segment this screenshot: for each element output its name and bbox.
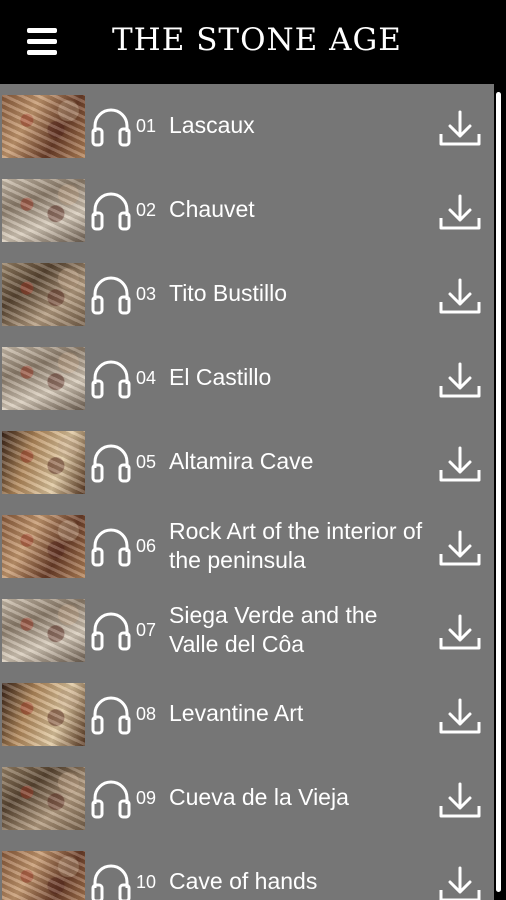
track-row-01[interactable]: 01 Lascaux <box>0 84 494 168</box>
top-bar: THE STONE AGE <box>0 0 506 84</box>
headphones-icon[interactable] <box>91 190 131 232</box>
headphones-icon[interactable] <box>91 358 131 400</box>
cave-thumbnail <box>2 431 85 494</box>
track-title: Cueva de la Vieja <box>169 784 349 810</box>
cave-thumbnail <box>2 347 85 410</box>
cave-thumbnail <box>2 179 85 242</box>
track-row-07[interactable]: 07 Siega Verde and the Valle del Côa <box>0 588 494 672</box>
track-row-09[interactable]: 09 Cueva de la Vieja <box>0 756 494 840</box>
track-number: 10 <box>136 872 157 892</box>
app-screen: THE STONE AGE 01 Lascaux 02 Chauvet 03 T… <box>0 0 506 900</box>
download-icon[interactable] <box>436 106 484 150</box>
cave-thumbnail <box>2 95 85 158</box>
track-number: 04 <box>136 368 157 388</box>
track-title: Rock Art of the interior of the peninsul… <box>169 518 423 573</box>
track-row-10[interactable]: 10 Cave of hands <box>0 840 494 900</box>
download-icon[interactable] <box>436 862 484 900</box>
download-icon[interactable] <box>436 274 484 318</box>
track-title: Tito Bustillo <box>169 280 288 306</box>
download-icon[interactable] <box>436 610 484 654</box>
headphones-icon[interactable] <box>91 610 131 652</box>
cave-thumbnail <box>2 263 85 326</box>
headphones-icon[interactable] <box>91 442 131 484</box>
track-title: El Castillo <box>169 364 272 390</box>
track-title: Levantine Art <box>169 700 304 726</box>
headphones-icon[interactable] <box>91 106 131 148</box>
headphones-icon[interactable] <box>91 778 131 820</box>
headphones-icon[interactable] <box>91 694 131 736</box>
headphones-icon[interactable] <box>91 274 131 316</box>
track-number: 06 <box>136 536 157 556</box>
track-row-05[interactable]: 05 Altamira Cave <box>0 420 494 504</box>
track-title: Siega Verde and the Valle del Côa <box>169 602 378 657</box>
track-number: 02 <box>136 200 157 220</box>
track-number: 03 <box>136 284 157 304</box>
scrollbar[interactable] <box>494 84 506 900</box>
app-title: THE STONE AGE <box>112 22 402 58</box>
cave-thumbnail <box>2 683 85 746</box>
track-title: Chauvet <box>169 196 255 222</box>
track-number: 08 <box>136 704 157 724</box>
download-icon[interactable] <box>436 442 484 486</box>
track-title: Lascaux <box>169 112 255 138</box>
cave-thumbnail <box>2 851 85 900</box>
track-title: Altamira Cave <box>169 448 314 474</box>
track-number: 09 <box>136 788 157 808</box>
hamburger-menu-icon[interactable] <box>22 22 62 62</box>
track-row-06[interactable]: 06 Rock Art of the interior of the penin… <box>0 504 494 588</box>
download-icon[interactable] <box>436 526 484 570</box>
scrollbar-thumb[interactable] <box>496 92 501 892</box>
cave-thumbnail <box>2 767 85 830</box>
download-icon[interactable] <box>436 358 484 402</box>
headphones-icon[interactable] <box>91 526 131 568</box>
track-list[interactable]: 01 Lascaux 02 Chauvet 03 Tito Bustillo 0… <box>0 84 494 900</box>
track-row-03[interactable]: 03 Tito Bustillo <box>0 252 494 336</box>
download-icon[interactable] <box>436 694 484 738</box>
track-title: Cave of hands <box>169 868 318 894</box>
headphones-icon[interactable] <box>91 862 131 900</box>
download-icon[interactable] <box>436 190 484 234</box>
track-number: 01 <box>136 116 157 136</box>
track-row-04[interactable]: 04 El Castillo <box>0 336 494 420</box>
cave-thumbnail <box>2 515 85 578</box>
download-icon[interactable] <box>436 778 484 822</box>
track-number: 07 <box>136 620 157 640</box>
cave-thumbnail <box>2 599 85 662</box>
track-row-02[interactable]: 02 Chauvet <box>0 168 494 252</box>
track-number: 05 <box>136 452 157 472</box>
track-row-08[interactable]: 08 Levantine Art <box>0 672 494 756</box>
